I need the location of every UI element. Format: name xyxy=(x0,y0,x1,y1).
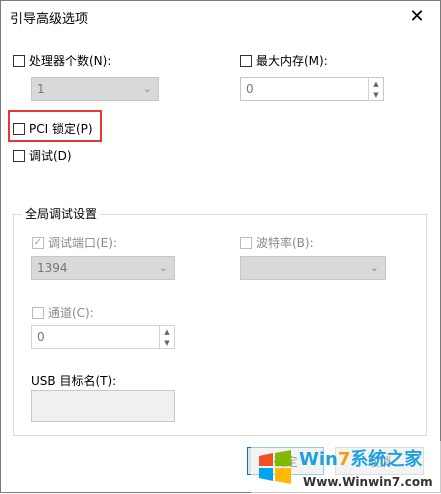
channel-spin-buttons: ▲ ▼ xyxy=(159,326,174,348)
watermark-url: Www.Winwin7.com xyxy=(303,475,433,489)
debug-port-checkbox: ✓ xyxy=(32,236,44,249)
spin-up-icon: ▲ xyxy=(164,327,170,336)
processors-label: 处理器个数(N): xyxy=(29,54,112,68)
watermark-brand-b: 7 xyxy=(337,449,351,470)
chevron-down-icon: ⌄ xyxy=(142,82,152,95)
max-memory-value: 0 xyxy=(246,82,254,96)
max-memory-option[interactable]: 最大内存(M): xyxy=(240,52,328,69)
global-debug-title: 全局调试设置 xyxy=(22,205,101,222)
windows-logo-icon xyxy=(251,444,299,490)
debug-port-label: 调试端口(E): xyxy=(48,236,117,250)
spin-down-icon[interactable]: ▼ xyxy=(369,89,383,100)
debug-checkbox[interactable] xyxy=(13,149,25,162)
title-bar: 引导高级选项 ✕ xyxy=(1,1,440,31)
spin-up-icon[interactable]: ▲ xyxy=(369,78,383,89)
debug-port-select: 1394 ⌄ xyxy=(31,256,175,280)
channel-option: 通道(C): xyxy=(32,304,94,321)
watermark-brand-c: 系统之家 xyxy=(350,449,423,470)
spin-down-icon: ▼ xyxy=(164,338,170,347)
max-memory-checkbox[interactable] xyxy=(240,54,252,67)
processors-select-value: 1 xyxy=(37,82,45,96)
pci-lock-label: PCI 锁定(P) xyxy=(29,122,93,136)
processors-checkbox[interactable] xyxy=(13,54,25,67)
chevron-down-icon: ⌄ xyxy=(158,261,168,274)
debug-option[interactable]: 调试(D) xyxy=(13,147,72,164)
close-icon: ✕ xyxy=(409,5,425,27)
dialog-window: 引导高级选项 ✕ 处理器个数(N): 1 ⌄ 最大内存(M): 0 ▲ ▼ PC… xyxy=(0,0,441,494)
pci-lock-option[interactable]: PCI 锁定(P) xyxy=(13,120,93,137)
usb-target-label: USB 目标名(T): xyxy=(31,374,117,388)
debug-port-option: ✓ 调试端口(E): xyxy=(32,234,117,251)
close-button[interactable]: ✕ xyxy=(394,1,440,31)
pci-lock-checkbox[interactable] xyxy=(13,122,25,135)
window-title: 引导高级选项 xyxy=(10,12,89,27)
debug-label: 调试(D) xyxy=(29,149,72,163)
baud-rate-select: ⌄ xyxy=(240,256,386,280)
max-memory-spinner[interactable]: 0 ▲ ▼ xyxy=(240,77,384,101)
debug-port-value: 1394 xyxy=(37,261,68,275)
watermark-brand: Win7系统之家 xyxy=(299,445,422,471)
baud-rate-checkbox xyxy=(240,236,252,249)
max-memory-spin-buttons: ▲ ▼ xyxy=(368,78,383,100)
watermark-brand-a: Win xyxy=(299,449,338,470)
processors-select[interactable]: 1 ⌄ xyxy=(31,77,159,101)
watermark: Win7系统之家 Www.Winwin7.com xyxy=(251,441,441,494)
channel-value: 0 xyxy=(37,330,45,344)
channel-checkbox xyxy=(32,306,44,319)
chevron-down-icon: ⌄ xyxy=(369,261,379,274)
channel-label: 通道(C): xyxy=(48,306,94,320)
processors-option[interactable]: 处理器个数(N): xyxy=(13,52,111,69)
baud-rate-option: 波特率(B): xyxy=(240,234,314,251)
channel-spinner: 0 ▲ ▼ xyxy=(31,325,175,349)
usb-target-input xyxy=(31,390,175,422)
baud-rate-label: 波特率(B): xyxy=(256,236,314,250)
max-memory-label: 最大内存(M): xyxy=(256,54,328,68)
